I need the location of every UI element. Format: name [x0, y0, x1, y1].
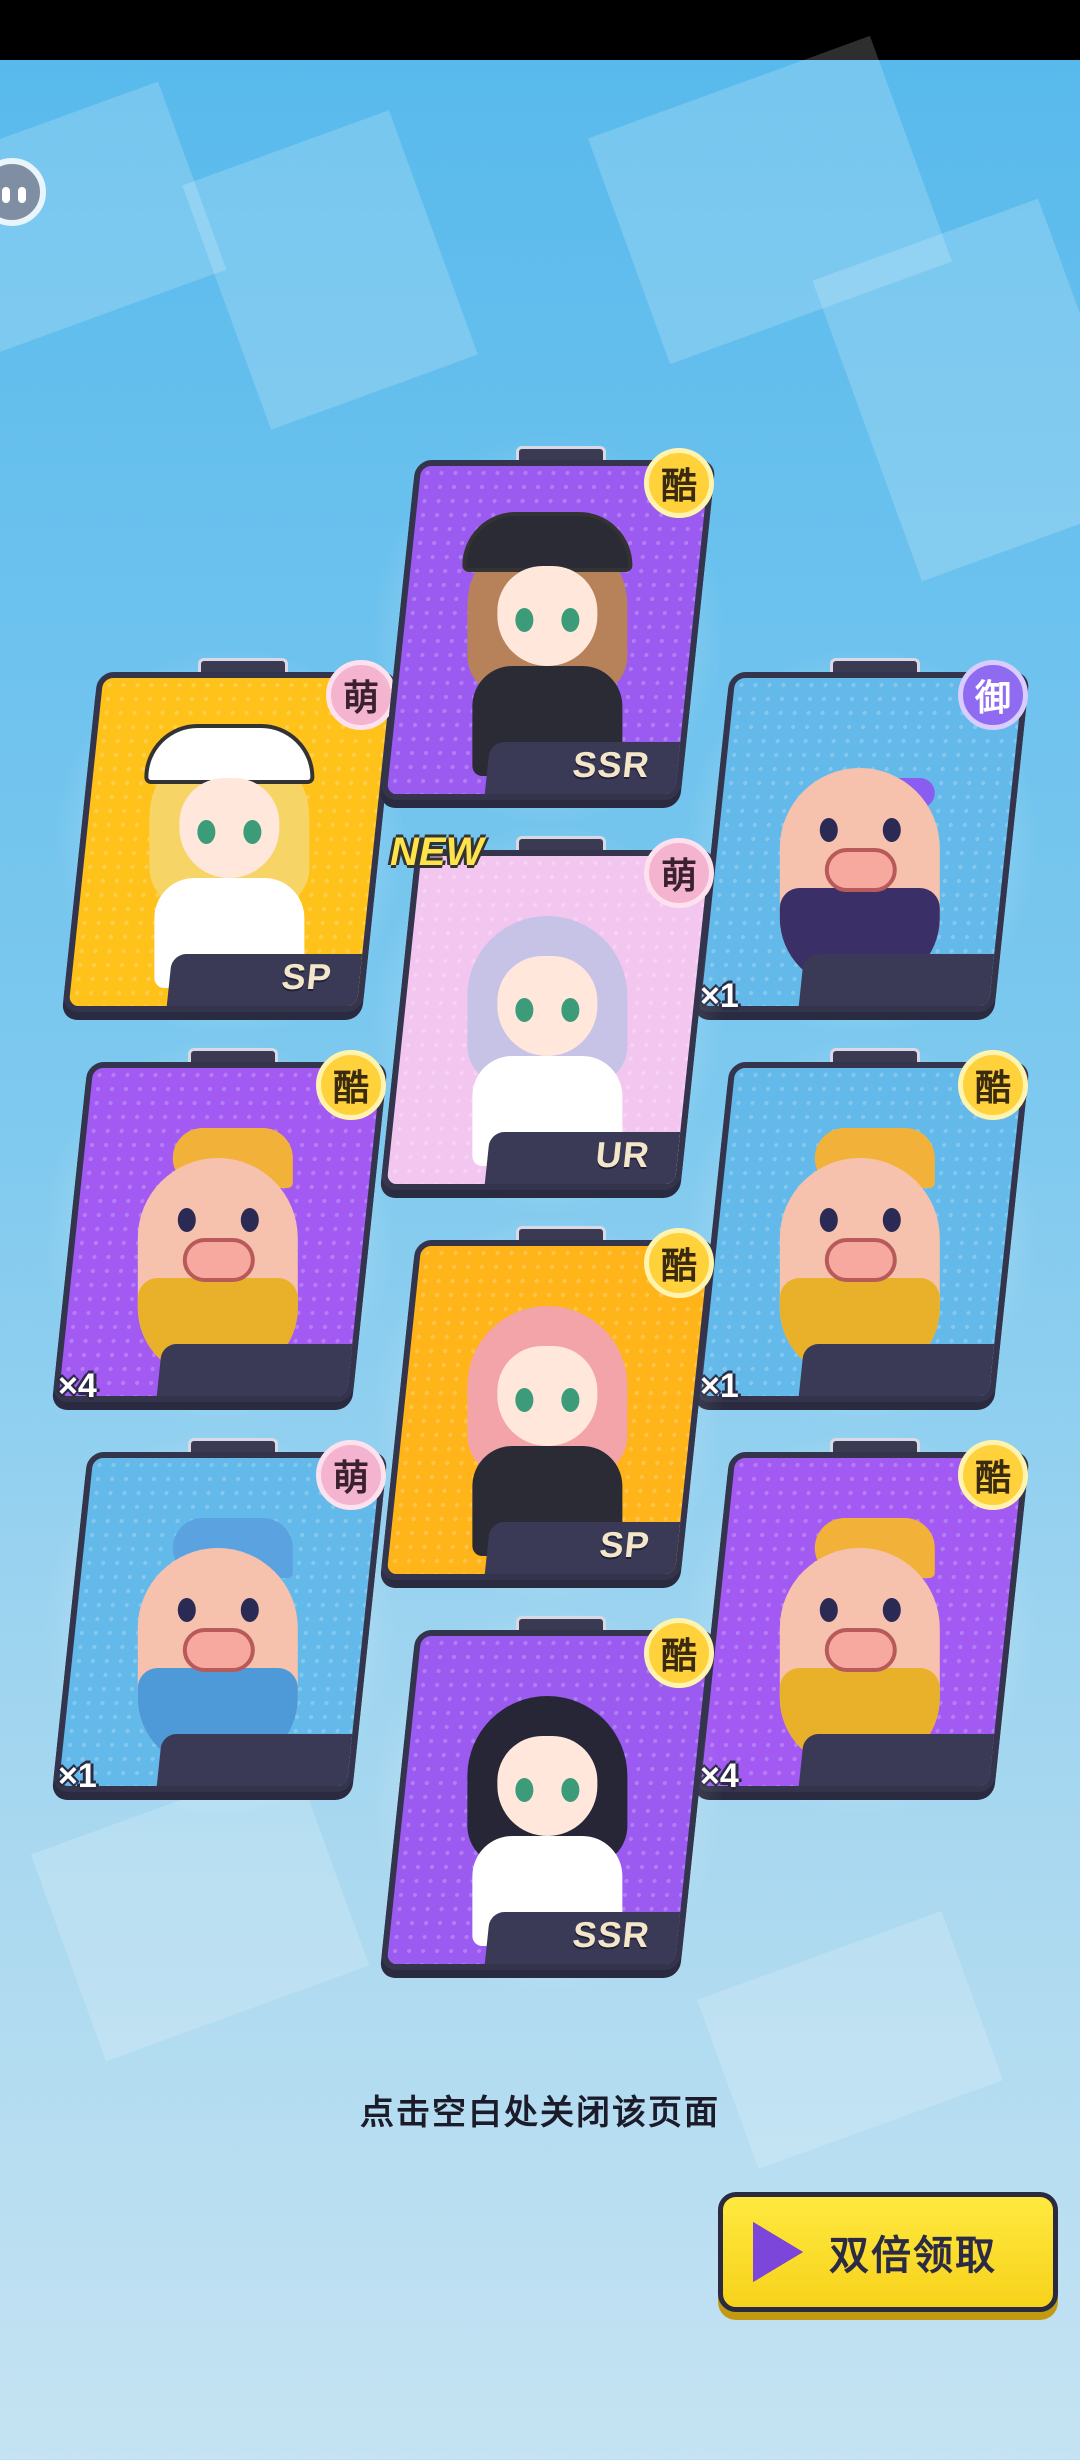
- reward-card-left-2[interactable]: ×4 酷: [42, 1034, 398, 1430]
- reward-card-right-3[interactable]: ×4 酷: [684, 1424, 1040, 1820]
- status-bar: [0, 0, 1080, 60]
- pig-character-art: [765, 1128, 955, 1378]
- attribute-badge: 酷: [644, 448, 714, 518]
- card-plate: [156, 1344, 353, 1396]
- reward-card-right-2[interactable]: ×1 酷: [684, 1034, 1040, 1430]
- attribute-badge: 酷: [644, 1228, 714, 1298]
- rarity-label: SSR: [570, 1914, 653, 1955]
- close-hint-text: 点击空白处关闭该页面: [360, 2094, 720, 2132]
- pig-character-art: [123, 1518, 313, 1768]
- rarity-label: SSR: [570, 744, 653, 785]
- attribute-badge: 酷: [644, 1618, 714, 1688]
- reward-card-center-2[interactable]: UR 萌 NEW: [370, 822, 726, 1218]
- double-claim-button[interactable]: 双倍领取: [718, 2192, 1058, 2312]
- attribute-badge: 酷: [958, 1050, 1028, 1120]
- attribute-badge: 酷: [316, 1050, 386, 1120]
- rarity-label: SP: [279, 956, 335, 997]
- attribute-badge: 萌: [316, 1440, 386, 1510]
- reward-card-center-4[interactable]: SSR 酷: [370, 1602, 726, 1998]
- reward-card-center-1[interactable]: SSR 酷: [370, 432, 726, 828]
- reward-card-right-1[interactable]: ×1 御: [684, 644, 1040, 1040]
- card-plate: [798, 1344, 995, 1396]
- character-art: [442, 1676, 652, 1946]
- double-claim-label: 双倍领取: [829, 2234, 997, 2278]
- attribute-badge: 萌: [644, 838, 714, 908]
- pig-character-art: [123, 1128, 313, 1378]
- new-label: NEW: [390, 830, 484, 874]
- rarity-label: UR: [593, 1134, 653, 1175]
- character-art: [442, 1286, 652, 1556]
- bg-shape: [182, 110, 478, 430]
- rarity-label: SP: [597, 1524, 653, 1565]
- character-art: [442, 506, 652, 776]
- card-plate: [798, 954, 995, 1006]
- character-art: [442, 896, 652, 1166]
- pig-character-art: [765, 738, 955, 988]
- card-plate: [798, 1734, 995, 1786]
- attribute-badge: 酷: [958, 1440, 1028, 1510]
- reward-card-left-3[interactable]: ×1 萌: [42, 1424, 398, 1820]
- pig-character-art: [765, 1518, 955, 1768]
- play-icon: [753, 2222, 803, 2282]
- count-label: ×1: [58, 1757, 97, 1795]
- bg-shape: [0, 81, 227, 359]
- character-art: [124, 718, 334, 988]
- card-plate: [156, 1734, 353, 1786]
- reward-card-center-3[interactable]: SP 酷: [370, 1212, 726, 1608]
- count-label: ×4: [58, 1367, 97, 1405]
- reward-card-left-1[interactable]: SP 萌: [52, 644, 408, 1040]
- attribute-badge: 御: [958, 660, 1028, 730]
